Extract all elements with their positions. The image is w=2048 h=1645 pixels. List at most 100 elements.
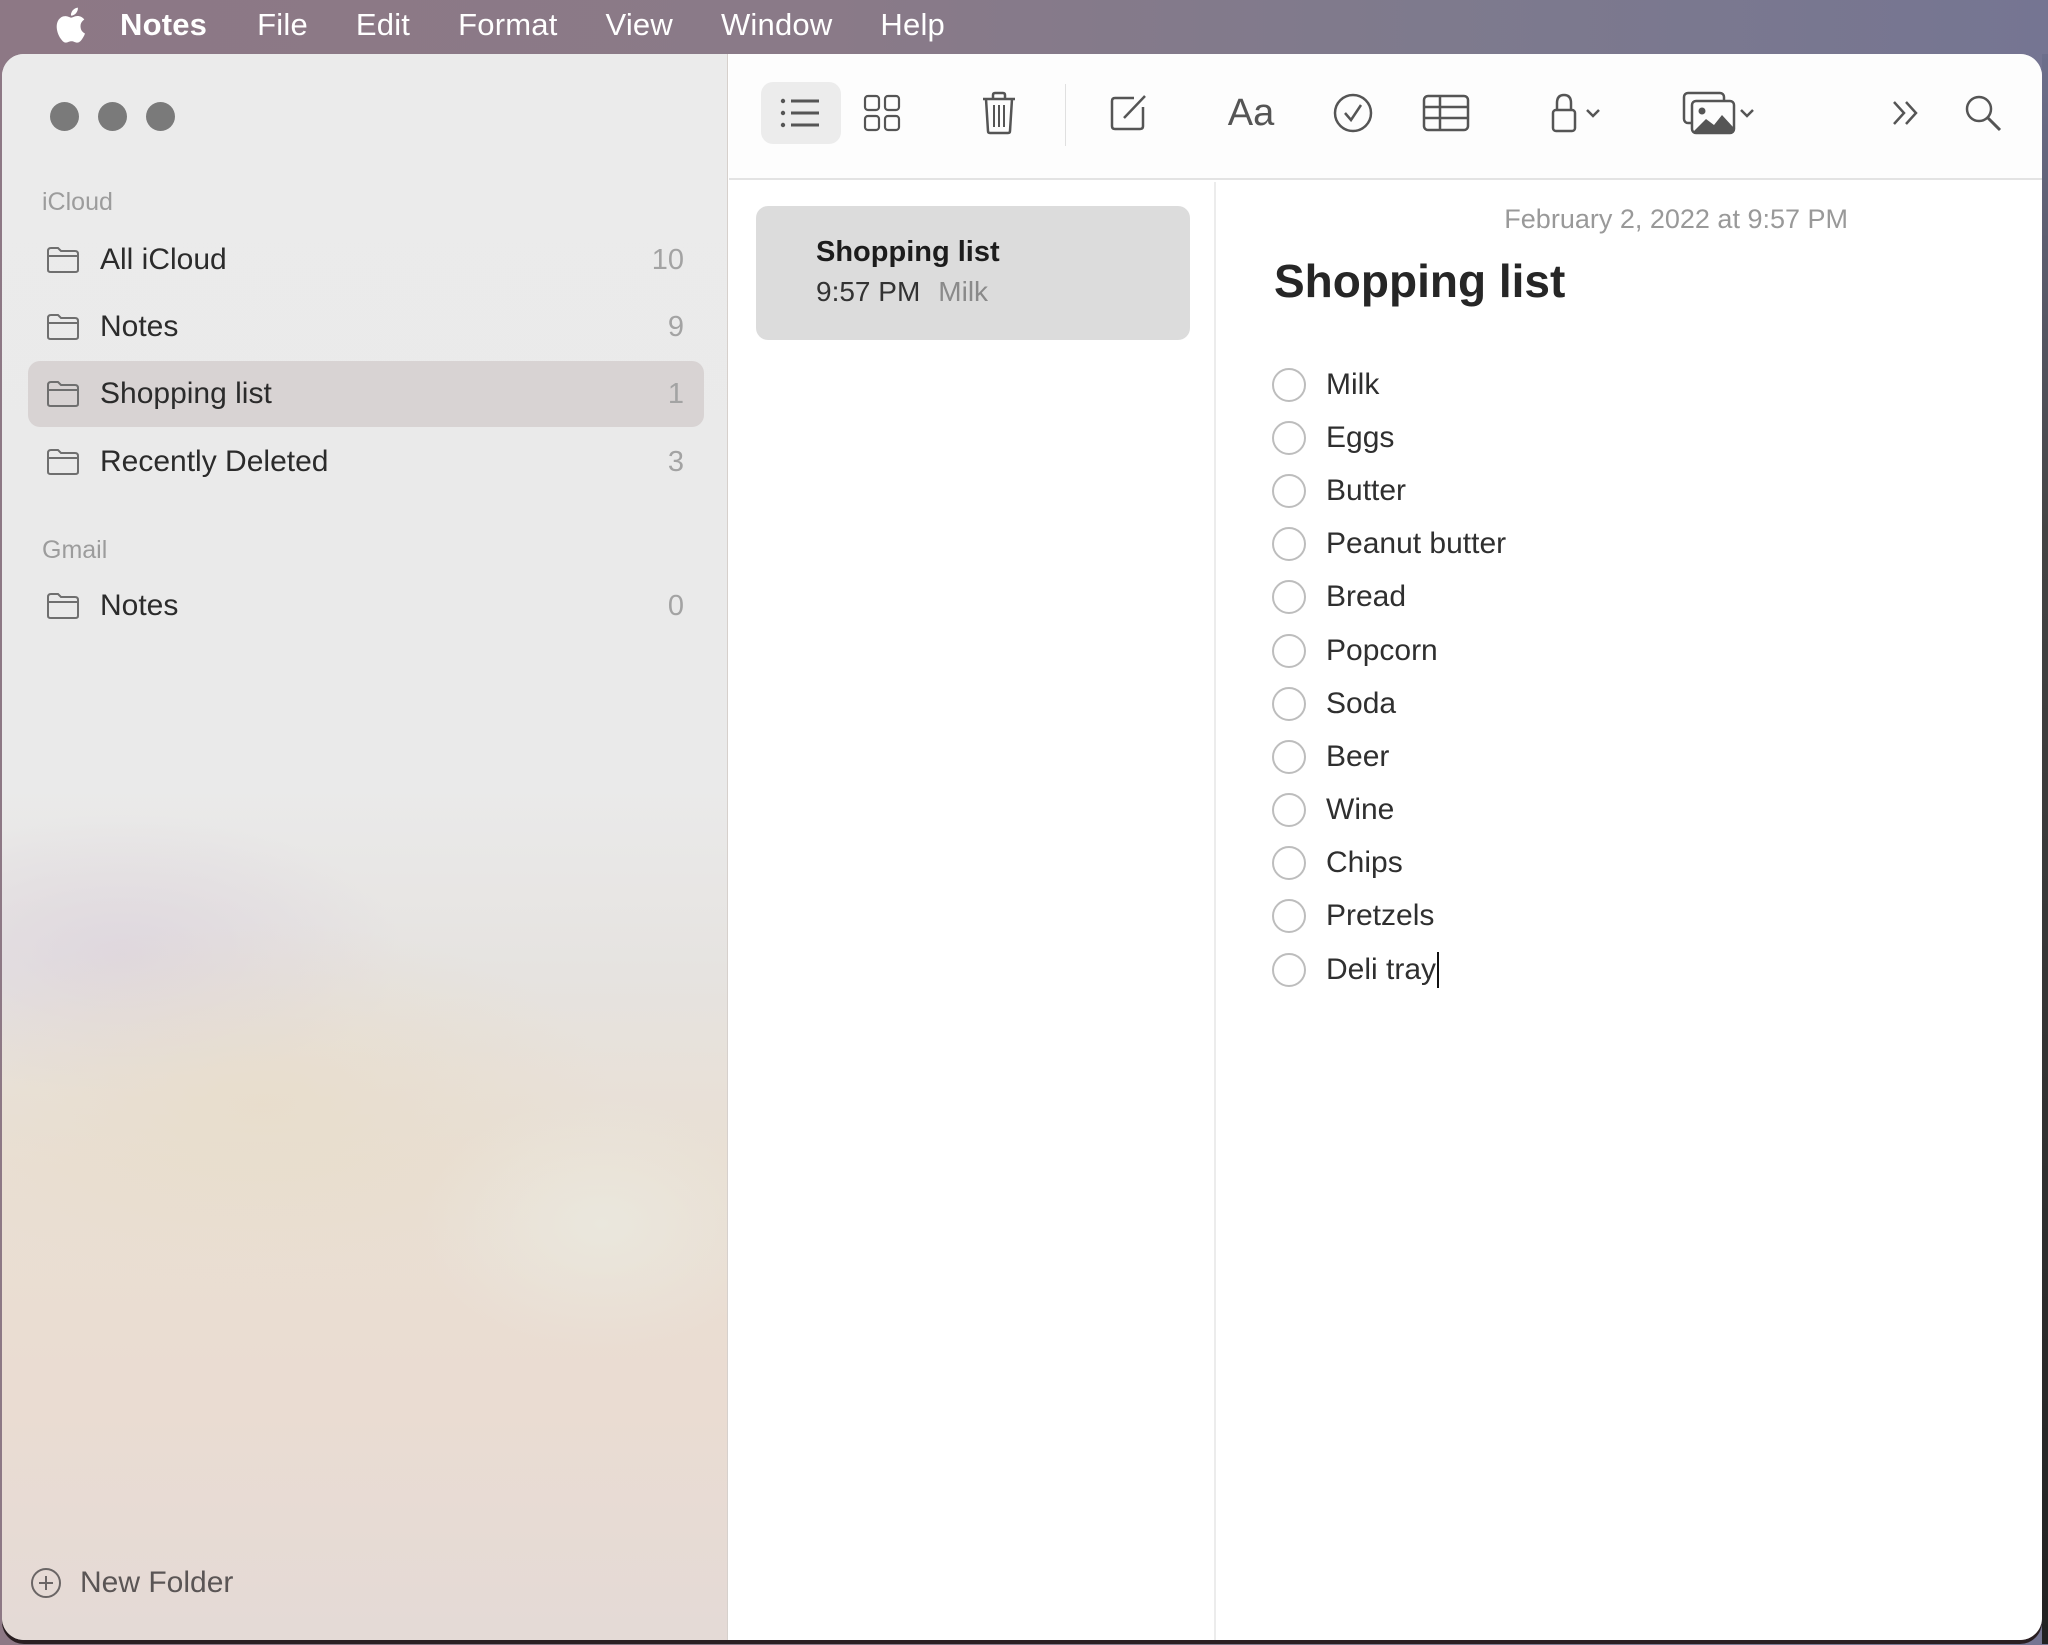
folder-label: Shopping list xyxy=(100,377,272,410)
compose-button[interactable] xyxy=(1097,82,1161,144)
checklist-item-text[interactable]: Pretzels xyxy=(1326,899,1434,933)
checklist-item-text[interactable]: Milk xyxy=(1326,368,1379,402)
checkbox-circle-icon[interactable] xyxy=(1272,952,1306,987)
checkbox-circle-icon[interactable] xyxy=(1272,420,1306,455)
zoom-window-button[interactable] xyxy=(146,102,175,131)
folder-count: 9 xyxy=(667,310,684,343)
table-icon xyxy=(1422,94,1470,132)
menu-window[interactable]: Window xyxy=(721,7,832,43)
media-button[interactable] xyxy=(1669,82,1769,144)
notes-window: iCloud All iCloud 10 Notes 9 Shopping li… xyxy=(2,54,2042,1640)
note-date: February 2, 2022 at 9:57 PM xyxy=(1504,204,1848,234)
note-item-meta: 9:57 PM Milk xyxy=(816,276,988,308)
minimize-window-button[interactable] xyxy=(98,102,127,131)
checklist-item: Soda xyxy=(1272,677,1506,730)
checklist-item-text[interactable]: Soda xyxy=(1326,687,1396,721)
chevron-double-right-icon xyxy=(1893,101,1918,125)
note-item-time: 9:57 PM xyxy=(816,276,921,307)
folder-icon xyxy=(47,381,79,407)
folder-count: 10 xyxy=(651,243,684,276)
menu-view[interactable]: View xyxy=(606,7,673,43)
checklist-item: Butter xyxy=(1272,464,1506,517)
plus-circle-icon xyxy=(31,1568,61,1598)
checkbox-circle-icon[interactable] xyxy=(1272,367,1306,402)
sidebar-item-gmail-notes[interactable]: Notes 0 xyxy=(28,573,704,639)
sidebar-item-shopping-list[interactable]: Shopping list 1 xyxy=(28,361,704,427)
checkbox-circle-icon[interactable] xyxy=(1272,899,1306,934)
chevron-down-icon xyxy=(1586,109,1600,118)
note-list-item[interactable]: Shopping list 9:57 PM Milk xyxy=(756,206,1190,340)
folder-label: Recently Deleted xyxy=(100,445,329,478)
checklist-button[interactable] xyxy=(1321,82,1385,144)
more-button[interactable] xyxy=(1879,82,1935,144)
checklist-item-text[interactable]: Butter xyxy=(1326,474,1406,508)
folder-icon xyxy=(47,247,79,273)
folder-label: All iCloud xyxy=(100,243,227,276)
list-view-button[interactable] xyxy=(761,82,841,144)
desktop-edge xyxy=(2042,54,2048,1644)
search-button[interactable] xyxy=(1955,82,2011,144)
checklist-item-text[interactable]: Beer xyxy=(1326,740,1389,774)
checklist-item-text[interactable]: Wine xyxy=(1326,793,1394,827)
close-window-button[interactable] xyxy=(50,102,79,131)
note-editor[interactable]: February 2, 2022 at 9:57 PM Shopping lis… xyxy=(1218,182,2042,1640)
note-title[interactable]: Shopping list xyxy=(1274,254,1565,308)
checklist-item-text[interactable]: Eggs xyxy=(1326,421,1394,455)
checklist-item-text[interactable]: Bread xyxy=(1326,580,1406,614)
menu-help[interactable]: Help xyxy=(880,7,945,43)
checkbox-circle-icon[interactable] xyxy=(1272,793,1306,828)
checkbox-circle-icon[interactable] xyxy=(1272,846,1306,881)
checkmark-circle-icon xyxy=(1333,93,1373,133)
folder-icon xyxy=(47,449,79,475)
new-folder-button[interactable]: New Folder xyxy=(30,1566,233,1600)
sidebar-item-recently-deleted[interactable]: Recently Deleted 3 xyxy=(28,429,704,495)
compose-icon xyxy=(1110,95,1146,131)
checkbox-circle-icon[interactable] xyxy=(1272,527,1306,562)
checklist-item-text[interactable]: Peanut butter xyxy=(1326,527,1506,561)
checkbox-circle-icon[interactable] xyxy=(1272,686,1306,721)
grid-icon xyxy=(863,94,901,132)
checkbox-circle-icon[interactable] xyxy=(1272,739,1306,774)
section-label-gmail: Gmail xyxy=(42,536,108,564)
delete-button[interactable] xyxy=(967,82,1031,144)
toolbar-divider xyxy=(1065,84,1066,146)
checklist-item-text[interactable]: Deli tray xyxy=(1326,953,1436,987)
checkbox-circle-icon[interactable] xyxy=(1272,580,1306,615)
gallery-view-button[interactable] xyxy=(847,82,917,144)
lock-icon xyxy=(1551,93,1577,133)
note-item-title: Shopping list xyxy=(816,236,1000,268)
checklist-item-text[interactable]: Popcorn xyxy=(1326,634,1438,668)
folder-label: Notes xyxy=(100,589,179,622)
checkbox-circle-icon[interactable] xyxy=(1272,473,1306,508)
table-button[interactable] xyxy=(1409,82,1483,144)
checklist-item: Peanut butter xyxy=(1272,518,1506,571)
folder-label: Notes xyxy=(100,310,179,343)
checkbox-circle-icon[interactable] xyxy=(1272,633,1306,668)
window-controls xyxy=(50,102,175,131)
sidebar-item-notes[interactable]: Notes 9 xyxy=(28,294,704,360)
folder-icon xyxy=(47,314,79,340)
chevron-down-icon xyxy=(1740,109,1754,118)
folder-icon xyxy=(47,593,79,619)
trash-icon xyxy=(983,91,1015,135)
menu-app-notes[interactable]: Notes xyxy=(120,7,207,43)
folder-count: 1 xyxy=(667,377,684,410)
checklist-item: Deli tray xyxy=(1272,943,1506,996)
sidebar-item-all-icloud[interactable]: All iCloud 10 xyxy=(28,227,704,293)
note-item-preview: Milk xyxy=(938,276,989,307)
menu-edit[interactable]: Edit xyxy=(356,7,410,43)
menu-file[interactable]: File xyxy=(257,7,308,43)
new-folder-label: New Folder xyxy=(80,1566,234,1599)
checklist-item: Milk xyxy=(1272,358,1506,411)
checklist-item: Popcorn xyxy=(1272,624,1506,677)
menu-bar: Notes File Edit Format View Window Help xyxy=(0,0,2048,50)
checklist-item: Wine xyxy=(1272,784,1506,837)
checklist-item: Pretzels xyxy=(1272,890,1506,943)
checklist-item: Bread xyxy=(1272,571,1506,624)
lock-button[interactable] xyxy=(1535,82,1615,144)
list-icon xyxy=(780,98,819,128)
format-button[interactable]: Aa xyxy=(1215,82,1287,144)
apple-logo-icon[interactable] xyxy=(54,5,90,45)
checklist-item-text[interactable]: Chips xyxy=(1326,846,1403,880)
menu-format[interactable]: Format xyxy=(458,7,557,43)
